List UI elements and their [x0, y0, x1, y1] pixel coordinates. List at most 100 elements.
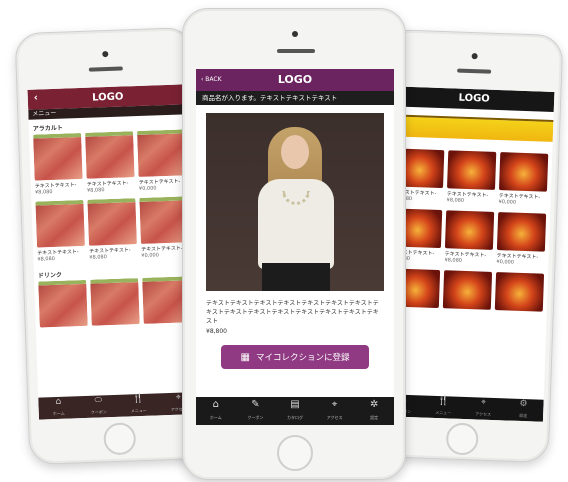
front-camera	[292, 31, 298, 37]
tab-label: カタログ	[286, 415, 303, 420]
item-price: ¥8,080	[86, 187, 105, 194]
product-image	[494, 272, 545, 312]
calendar-icon: ▦	[240, 351, 250, 363]
home-button[interactable]	[445, 422, 479, 456]
menu-grid-row-1: テキストテキスト- ¥8,080 テキストテキスト- ¥8,080 テキストテキ…	[29, 129, 191, 196]
food-image	[38, 279, 88, 328]
back-chevron-icon[interactable]: ‹	[34, 92, 39, 103]
product-image	[498, 152, 549, 192]
home-button[interactable]	[277, 435, 313, 471]
phone-center: ‹ BACK LOGO 商品名が入ります。テキストテキストテキスト テキストテキ…	[182, 8, 406, 480]
product-item[interactable]	[442, 270, 493, 310]
left-tab-bar: ⌂ ホーム ⬭ クーポン 🍴 メニュー ⌖ アクセス	[38, 392, 199, 420]
logo: LOGO	[91, 90, 124, 104]
front-camera	[102, 50, 109, 58]
tab-home[interactable]: ⌂ ホーム	[201, 398, 231, 424]
item-price: ¥8,080	[34, 189, 53, 196]
gear-icon: ✲	[369, 399, 379, 410]
map-pin-icon: ⌖	[480, 397, 487, 408]
menu-grid-row-3	[34, 276, 196, 328]
fork-knife-icon: 🍴	[132, 393, 145, 405]
menu-item[interactable]	[90, 278, 140, 326]
pencil-icon: ✎	[251, 399, 260, 410]
model-face	[281, 135, 309, 169]
right-nav-bar: LOGO	[393, 86, 555, 112]
left-screen: ‹ LOGO メニュー アラカルト テキストテキスト- ¥8,080 テキストテ…	[27, 84, 199, 420]
product-price: ¥8,800	[206, 328, 227, 335]
menu-item[interactable]: テキストテキスト- ¥8,080	[35, 199, 85, 263]
tab-label: 設定	[519, 412, 528, 419]
tab-label: メニュー	[130, 407, 147, 414]
tab-settings[interactable]: ⚙ 設定	[512, 398, 535, 422]
map-pin-icon: ⌖	[175, 392, 182, 403]
center-tab-bar: ⌂ ホーム ✎ クーポン ▤ カタログ ⌖ アクセス ✲ 設定	[196, 397, 394, 425]
product-image	[496, 212, 547, 252]
speaker-grille	[277, 49, 315, 53]
home-button[interactable]	[103, 422, 137, 456]
gear-icon: ⚙	[519, 398, 528, 410]
speaker-grille	[88, 66, 123, 72]
food-image	[137, 129, 187, 177]
product-image	[444, 210, 495, 250]
tab-settings[interactable]: ✲ 設定	[359, 398, 389, 424]
product-item[interactable]: テキストテキスト-¥8,080	[444, 210, 495, 268]
coupon-icon: ⬭	[94, 395, 103, 406]
right-screen: LOGO ー テキストテキスト-¥8,080 テキストテキスト-¥8,080 テ…	[383, 86, 555, 422]
catalog-icon: ▤	[290, 399, 300, 410]
tab-access[interactable]: ⌖ アクセス	[472, 396, 495, 421]
product-grid: テキストテキスト-¥8,080 テキストテキスト-¥8,080 テキストテキスト…	[387, 148, 552, 312]
tab-label: アクセス	[475, 411, 492, 417]
fork-knife-icon: 🍴	[437, 396, 450, 407]
add-to-collection-button[interactable]: ▦ マイコレクションに登録	[221, 345, 369, 369]
tab-label: アクセス	[326, 415, 343, 420]
button-label: マイコレクションに登録	[255, 353, 350, 363]
tab-label: ホーム	[209, 415, 222, 420]
center-nav-bar: ‹ BACK LOGO	[196, 69, 394, 91]
product-description: テキストテキストテキストテキストテキストテキストテキストテキストテキストテキスト…	[206, 300, 379, 325]
food-image	[90, 278, 140, 326]
tab-label: 設定	[370, 415, 379, 420]
product-photo	[206, 113, 384, 291]
tab-label: クーポン	[90, 409, 107, 415]
tab-label: メニュー	[435, 409, 452, 416]
marketing-mockup: ‹ LOGO メニュー アラカルト テキストテキスト- ¥8,080 テキストテ…	[0, 0, 568, 482]
item-price: ¥8,080	[89, 254, 107, 261]
home-icon: ⌂	[212, 399, 219, 410]
menu-item[interactable]: テキストテキスト- ¥0,000	[137, 129, 187, 192]
menu-grid-row-2: テキストテキスト- ¥8,080 テキストテキスト- ¥8,080 テキストテキ…	[31, 196, 193, 263]
center-screen: ‹ BACK LOGO 商品名が入ります。テキストテキストテキスト テキストテキ…	[196, 69, 394, 425]
home-icon: ⌂	[55, 396, 62, 408]
item-price: ¥8,080	[37, 255, 56, 263]
tab-access[interactable]: ⌖ アクセス	[320, 398, 350, 424]
menu-item[interactable]	[38, 279, 88, 328]
product-image	[442, 270, 493, 310]
product-title: 商品名が入ります。テキストテキストテキスト	[196, 91, 394, 105]
logo: LOGO	[277, 73, 313, 86]
tab-label: クーポン	[247, 415, 264, 420]
tab-coupon[interactable]: ⬭ クーポン	[88, 394, 109, 419]
item-price: ¥0,000	[138, 185, 157, 192]
model-skirt	[262, 263, 330, 291]
product-item[interactable]: テキストテキスト- ¥0,000	[496, 212, 547, 270]
product-image	[447, 150, 497, 190]
menu-item[interactable]: テキストテキスト- ¥8,080	[87, 198, 137, 261]
product-item[interactable]: テキストテキスト- ¥0,000	[498, 152, 549, 210]
right-tab-bar: ✎クーポン 🍴メニュー ⌖アクセス ⚙設定	[383, 394, 544, 422]
logo: LOGO	[458, 92, 490, 105]
tab-catalog[interactable]: ▤ カタログ	[280, 398, 310, 424]
back-button[interactable]: ‹ BACK	[201, 69, 222, 91]
speaker-grille	[457, 68, 492, 74]
front-camera	[471, 53, 478, 60]
tab-home[interactable]: ⌂ ホーム	[48, 396, 69, 420]
phone-left: ‹ LOGO メニュー アラカルト テキストテキスト- ¥8,080 テキストテ…	[14, 27, 208, 465]
food-image	[85, 131, 135, 179]
tab-coupon[interactable]: ✎ クーポン	[240, 398, 270, 424]
tab-menu[interactable]: 🍴 メニュー	[432, 395, 455, 420]
food-image	[33, 132, 83, 181]
tab-menu[interactable]: 🍴 メニュー	[128, 393, 149, 418]
menu-item[interactable]: テキストテキスト- ¥8,080	[85, 131, 135, 194]
map-pin-icon: ⌖	[331, 399, 338, 410]
product-item[interactable]	[494, 272, 545, 312]
menu-item[interactable]: テキストテキスト- ¥8,080	[33, 132, 83, 196]
product-item[interactable]: テキストテキスト-¥8,080	[446, 150, 497, 208]
